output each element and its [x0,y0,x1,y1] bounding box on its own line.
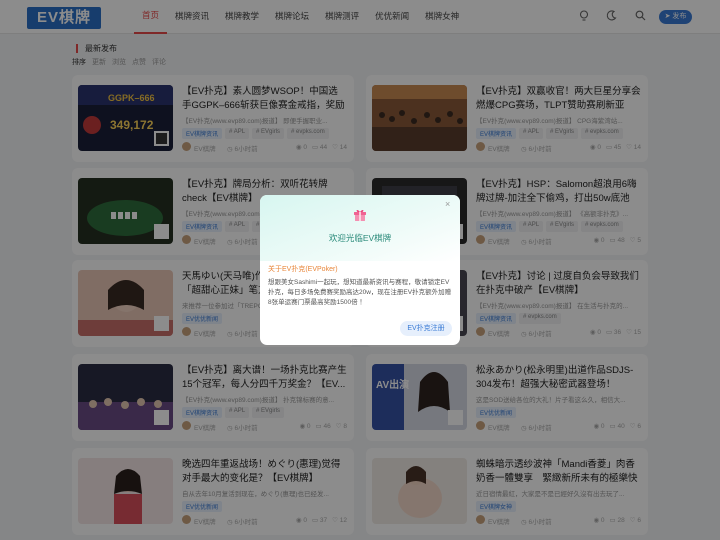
welcome-modal: × 欢迎光临EV棋牌 关于EV扑克(EVPoker) 想跟美女Sashimi一起… [260,195,460,345]
modal-subtitle: 关于EV扑克(EVPoker) [268,266,338,273]
modal-body-text: 想跟美女Sashimi一起玩，想知道最新资讯与赛程，敬请锁定EV扑克，每日多场免… [268,279,452,306]
modal-header-bg [260,195,460,261]
gift-icon [353,208,367,221]
close-icon[interactable]: × [445,199,450,209]
modal-title: 欢迎光临EV棋牌 [328,233,392,243]
register-button[interactable]: EV扑克注册 [400,321,452,336]
